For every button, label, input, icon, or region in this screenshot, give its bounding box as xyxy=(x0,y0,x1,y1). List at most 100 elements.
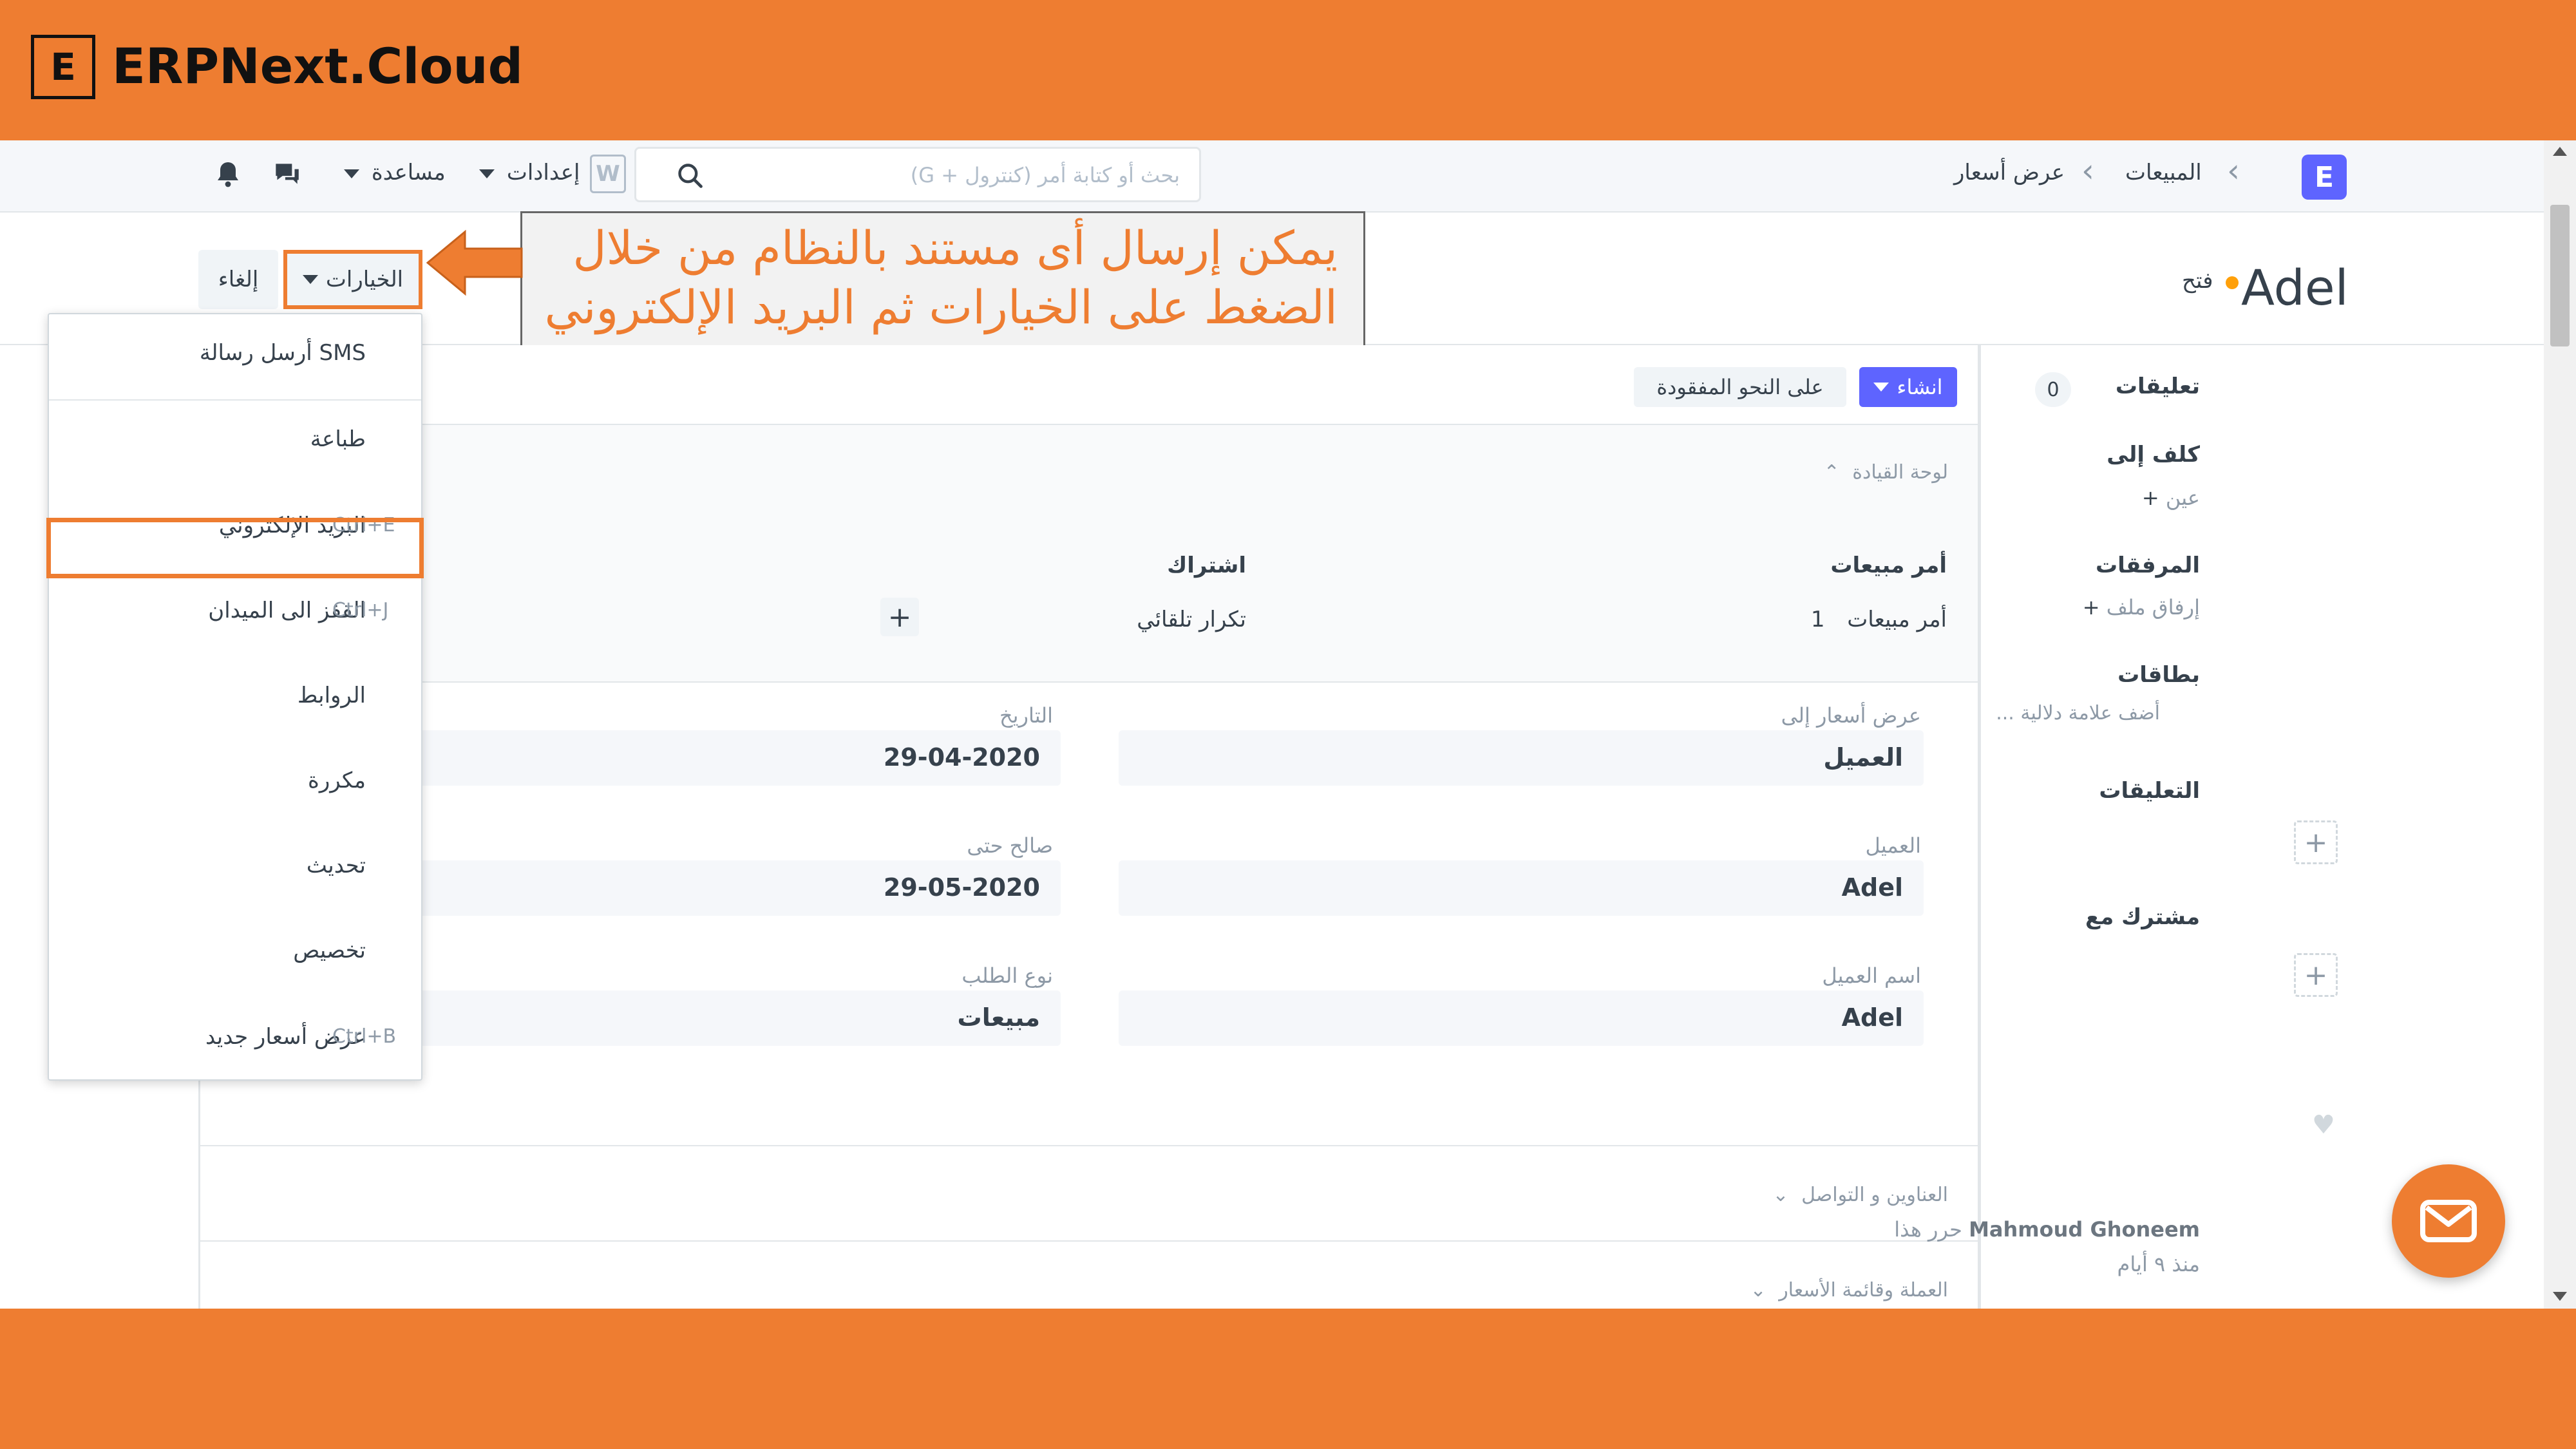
menu-item-send-sms[interactable]: SMS أرسل رسالة xyxy=(49,314,421,392)
valid-till-label: صالح حتى xyxy=(967,833,1053,858)
page-title: Adel xyxy=(2241,259,2349,316)
options-label: الخيارات xyxy=(325,267,404,292)
assign-link[interactable]: عين + xyxy=(2142,486,2200,510)
search-icon xyxy=(678,164,703,188)
plus-icon: + xyxy=(2082,595,2100,620)
sales-order-link-label: أمر مبيعات xyxy=(1847,607,1947,632)
caret-down-icon xyxy=(344,169,359,178)
cancel-button[interactable]: إلغاء xyxy=(198,250,278,309)
heart-icon[interactable]: ♥ xyxy=(2312,1110,2335,1140)
create-button[interactable]: انشاء xyxy=(1859,367,1957,407)
status-label: فتح xyxy=(2182,268,2213,294)
menu-item-jump-to-field[interactable]: القفز الى الميدان Ctrl+J xyxy=(49,572,421,649)
quotation-to-label: عرض أسعار إلى xyxy=(1781,703,1921,728)
plus-icon: + xyxy=(2141,486,2159,510)
envelope-icon xyxy=(2420,1200,2477,1242)
breadcrumb-selling[interactable]: المبيعات xyxy=(2125,160,2202,185)
activity-action: حرر هذا xyxy=(1894,1217,1962,1242)
chevron-up-icon: ⌃ xyxy=(1823,461,1840,484)
settings-menu[interactable]: إعدادات xyxy=(479,160,580,185)
add-auto-repeat-button[interactable]: + xyxy=(880,598,919,636)
menu-item-duplicate[interactable]: مكررة xyxy=(49,742,421,819)
customer-field[interactable]: Adel xyxy=(1119,860,1924,916)
currency-pricelist-section[interactable]: العملة وقائمة الأسعار ⌄ xyxy=(200,1240,1978,1309)
app-window: E ‹ المبيعات ‹ عرض أسعار بحث أو كتابة أم… xyxy=(0,140,2576,1309)
scroll-up-icon[interactable] xyxy=(2553,147,2567,156)
activity-edit: Mahmoud Ghoneem حرر هذا xyxy=(1894,1217,2200,1242)
brand-banner: E ERPNext.Cloud xyxy=(0,0,2576,140)
customer-value: Adel xyxy=(1841,873,1903,902)
instruction-callout: يمكن إرسال أى مستند بالنظام من خلال الضغ… xyxy=(520,211,1365,348)
date-label: التاريخ xyxy=(999,703,1053,728)
date-value: 29-04-2020 xyxy=(883,743,1040,772)
settings-label: إعدادات xyxy=(506,160,580,185)
search-input[interactable]: بحث أو كتابة أمر (كنترول + G) xyxy=(911,163,1180,187)
search-bar[interactable]: بحث أو كتابة أمر (كنترول + G) xyxy=(634,147,1201,202)
customer-name-field[interactable]: Adel xyxy=(1119,990,1924,1046)
menu-item-label: تحديث xyxy=(306,853,366,878)
menu-item-new-quotation[interactable]: عرض أسعار جديد Ctrl+B xyxy=(49,998,421,1075)
quotation-to-value: العميل xyxy=(1823,743,1903,772)
shared-with-heading: مشترك مع xyxy=(2085,904,2200,930)
menu-item-label: SMS أرسل رسالة xyxy=(199,340,366,366)
comments-count: 0 xyxy=(2035,372,2071,407)
assigned-to-heading: كلف إلى xyxy=(2107,442,2200,468)
menu-item-label: طباعة xyxy=(310,426,366,452)
chevron-down-icon: ⌄ xyxy=(1772,1184,1789,1206)
options-button[interactable]: الخيارات xyxy=(283,250,422,309)
create-label: انشاء xyxy=(1897,375,1943,399)
valid-till-value: 29-05-2020 xyxy=(883,873,1040,902)
caret-down-icon xyxy=(479,169,495,178)
brand-name: ERPNext.Cloud xyxy=(112,37,524,95)
activity-user[interactable]: Mahmoud Ghoneem xyxy=(1969,1217,2200,1242)
sales-order-heading: أمر مبيعات xyxy=(1830,553,1947,578)
status-indicator xyxy=(2226,276,2239,289)
quotation-to-field[interactable]: العميل xyxy=(1119,730,1924,786)
reviews-heading: التعليقات xyxy=(2099,778,2200,804)
arrow-left-icon xyxy=(426,229,523,296)
help-label: مساعدة xyxy=(371,160,446,185)
assign-link-label: عين xyxy=(2165,486,2200,510)
menu-item-links[interactable]: الروابط xyxy=(49,657,421,734)
sales-order-link[interactable]: أمر مبيعات 1 xyxy=(1811,607,1947,632)
scrollbar-thumb[interactable] xyxy=(2550,205,2570,346)
chevron-right-icon: ‹ xyxy=(2227,152,2240,189)
add-review-button[interactable]: + xyxy=(2294,820,2338,864)
bell-icon[interactable] xyxy=(215,160,241,188)
email-fab-button[interactable] xyxy=(2392,1164,2505,1278)
order-type-label: نوع الطلب xyxy=(961,963,1053,988)
comments-heading: تعليقات xyxy=(2115,374,2200,399)
dashboard-title-text: لوحة القيادة xyxy=(1852,461,1948,484)
sales-order-count: 1 xyxy=(1810,607,1825,632)
dashboard-title[interactable]: لوحة القيادة ⌃ xyxy=(1824,461,1948,484)
menu-item-reload[interactable]: تحديث xyxy=(49,827,421,904)
chevron-down-icon: ⌄ xyxy=(1750,1279,1766,1302)
help-menu[interactable]: مساعدة xyxy=(344,160,446,185)
add-share-button[interactable]: + xyxy=(2294,953,2338,997)
navbar: E ‹ المبيعات ‹ عرض أسعار بحث أو كتابة أم… xyxy=(0,140,2544,213)
form-card: انشاء على النحو المفقودة لوحة القيادة ⌃ … xyxy=(198,345,1980,1309)
vertical-scrollbar[interactable] xyxy=(2544,140,2576,1309)
chat-icon[interactable] xyxy=(270,160,303,189)
attach-file-link[interactable]: إرفاق ملف + xyxy=(2083,595,2200,620)
sidebar-divider xyxy=(1980,345,1981,1309)
menu-item-customize[interactable]: تخصيص xyxy=(49,912,421,989)
add-tag-link[interactable]: أضف علامة دلالية ... xyxy=(1996,702,2160,724)
scroll-down-icon[interactable] xyxy=(2553,1292,2567,1301)
auto-repeat-link[interactable]: تكرار تلقائي xyxy=(1137,607,1246,632)
activity-time: منذ ٩ أيام xyxy=(2117,1252,2200,1276)
callout-line-1: يمكن إرسال أى مستند بالنظام من خلال xyxy=(573,221,1338,275)
callout-line-2: الضغط على الخيارات ثم البريد الإلكتروني xyxy=(544,280,1338,334)
breadcrumb-quotation[interactable]: عرض أسعار xyxy=(1954,160,2065,185)
address-contact-section[interactable]: العناوين و التواصل ⌄ xyxy=(200,1145,1978,1240)
caret-down-icon xyxy=(1873,383,1889,392)
customer-name-label: اسم العميل xyxy=(1822,963,1921,988)
menu-item-shortcut: Ctrl+B xyxy=(332,1025,397,1048)
workspace-badge[interactable]: W xyxy=(590,155,626,193)
attach-file-label: إرفاق ملف xyxy=(2106,595,2200,620)
menu-item-print[interactable]: طباعة xyxy=(49,401,421,478)
menu-item-shortcut: Ctrl+J xyxy=(332,599,389,621)
order-type-value: مبيعات xyxy=(957,1003,1040,1032)
set-as-lost-button[interactable]: على النحو المفقودة xyxy=(1634,367,1846,407)
app-logo[interactable]: E xyxy=(2302,155,2347,200)
